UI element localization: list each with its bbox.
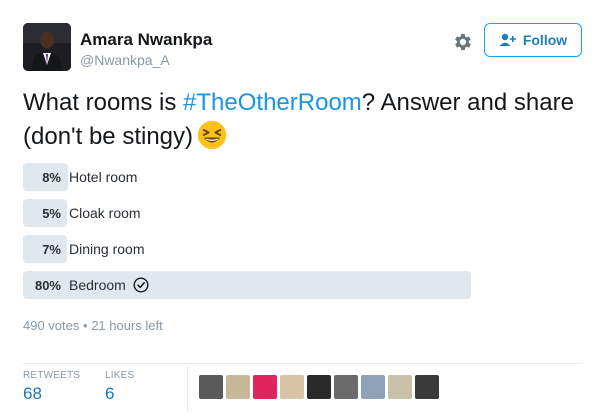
liker-avatar[interactable] bbox=[199, 375, 223, 399]
poll-time-left: 21 hours left bbox=[91, 318, 163, 333]
poll-option: 80% Bedroom bbox=[23, 271, 471, 299]
poll-option-label: Dining room bbox=[69, 241, 145, 257]
liker-avatar[interactable] bbox=[280, 375, 304, 399]
liker-avatar[interactable] bbox=[415, 375, 439, 399]
author-name[interactable]: Amara Nwankpa bbox=[80, 30, 212, 50]
poll-option-label: Cloak room bbox=[69, 205, 141, 221]
poll-option-label: Hotel room bbox=[69, 169, 138, 185]
poll: 8% Hotel room 5% Cloak room 7% Dining room 80%… bbox=[23, 163, 471, 307]
gear-icon[interactable] bbox=[451, 31, 473, 53]
follow-label: Follow bbox=[522, 32, 568, 48]
author-handle[interactable]: @Nwankpa_A bbox=[80, 52, 170, 68]
tweet-text-start: What rooms is bbox=[23, 89, 184, 116]
liker-avatar[interactable] bbox=[253, 375, 277, 399]
follow-user-icon bbox=[499, 33, 516, 46]
tweet-text: What rooms is #TheOtherRoom? Answer and … bbox=[23, 86, 593, 154]
poll-option: 8% Hotel room bbox=[23, 163, 471, 191]
retweets-count: 68 bbox=[23, 384, 42, 403]
likes-stat[interactable]: LIKES 6 bbox=[105, 370, 134, 404]
likes-label: LIKES bbox=[105, 370, 135, 381]
liker-avatar[interactable] bbox=[226, 375, 250, 399]
liker-avatar[interactable] bbox=[361, 375, 385, 399]
poll-option-label: Bedroom bbox=[69, 277, 126, 293]
follow-button[interactable]: Follow bbox=[484, 23, 582, 57]
poll-option-percent: 8% bbox=[42, 169, 61, 185]
retweets-label: RETWEETS bbox=[23, 370, 81, 381]
grinning-squinting-face-icon bbox=[197, 120, 227, 150]
liker-avatar[interactable] bbox=[334, 375, 358, 399]
poll-option: 7% Dining room bbox=[23, 235, 471, 263]
poll-option: 5% Cloak room bbox=[23, 199, 471, 227]
retweets-stat[interactable]: RETWEETS 68 bbox=[23, 370, 80, 404]
stats-divider bbox=[187, 366, 188, 412]
poll-option-percent: 80% bbox=[34, 277, 61, 293]
check-circle-icon bbox=[133, 277, 149, 293]
author-avatar[interactable] bbox=[23, 23, 71, 71]
likes-count: 6 bbox=[105, 384, 115, 403]
poll-option-percent: 7% bbox=[42, 241, 61, 257]
divider bbox=[23, 363, 583, 364]
poll-separator: • bbox=[83, 318, 88, 333]
poll-option-percent: 5% bbox=[42, 205, 61, 221]
poll-meta: 490 votes • 21 hours left bbox=[23, 318, 163, 333]
liker-avatar[interactable] bbox=[388, 375, 412, 399]
avatar-photo bbox=[23, 23, 71, 71]
liker-avatar[interactable] bbox=[307, 375, 331, 399]
liker-avatars bbox=[199, 375, 439, 399]
hashtag-link[interactable]: #TheOtherRoom bbox=[183, 89, 362, 116]
poll-votes: 490 votes bbox=[23, 318, 80, 333]
